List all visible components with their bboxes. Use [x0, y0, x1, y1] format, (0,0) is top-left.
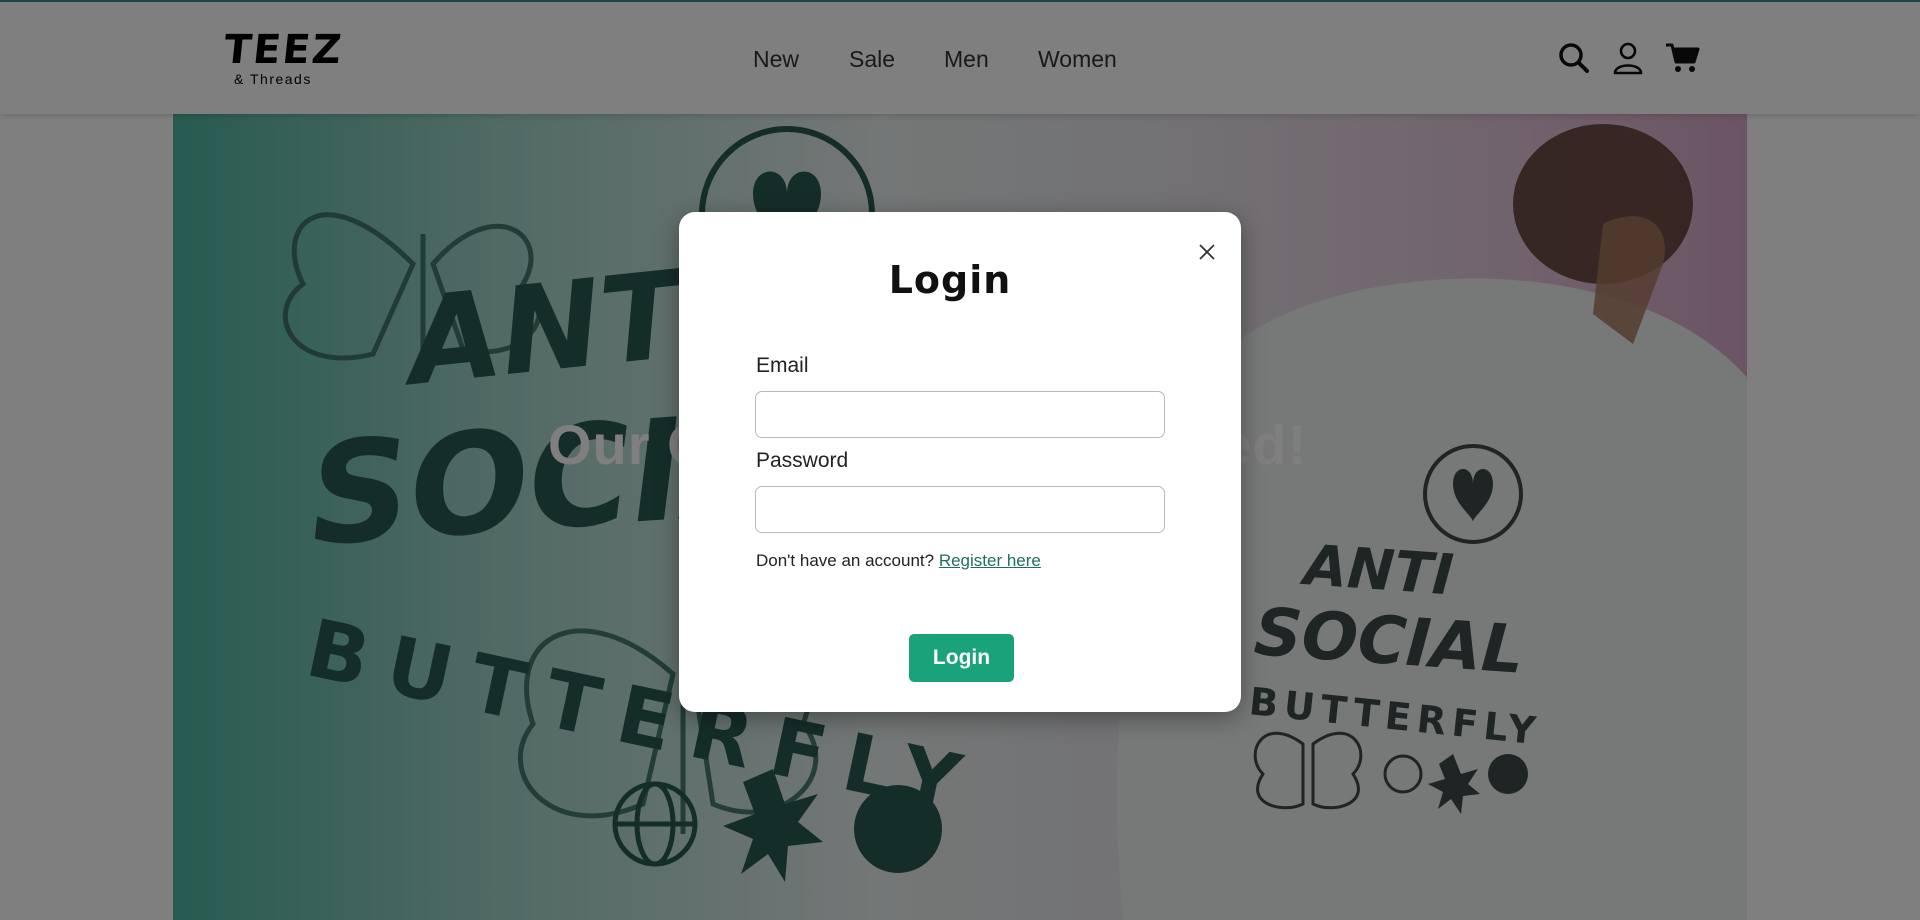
register-prompt-line: Don't have an account? Register here	[756, 550, 1041, 572]
login-button[interactable]: Login	[909, 634, 1014, 682]
password-label: Password	[756, 449, 849, 472]
email-label: Email	[756, 354, 809, 377]
modal-title: Login	[888, 258, 1012, 302]
register-prompt: Don't have an account?	[756, 551, 935, 570]
login-modal: Login Email Password Don't have an accou…	[679, 212, 1241, 712]
register-link[interactable]: Register here	[939, 551, 1041, 570]
password-field[interactable]	[755, 486, 1165, 533]
email-field[interactable]	[755, 391, 1165, 438]
